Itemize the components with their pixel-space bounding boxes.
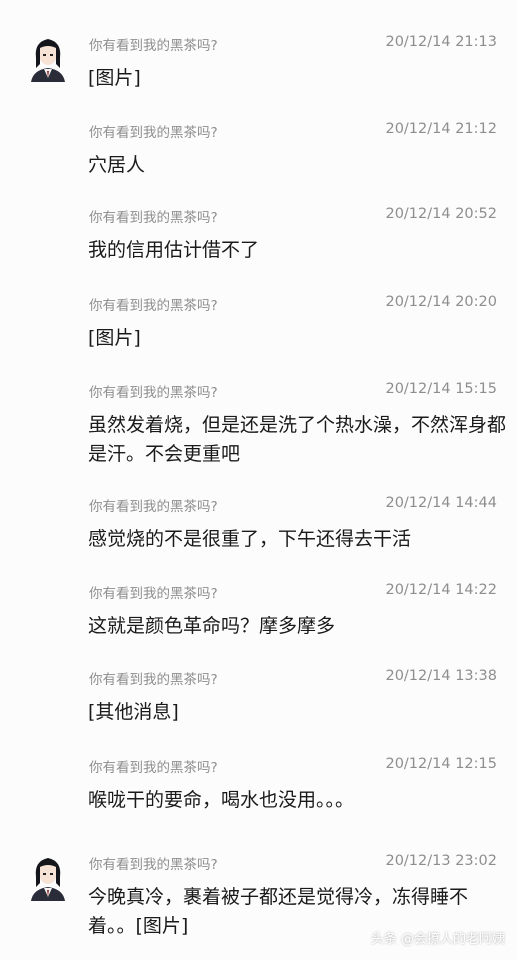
message-text: 感觉烧的不是很重了，下午还得去干活 (88, 528, 412, 550)
avatar[interactable] (27, 853, 69, 903)
sender-name: 你有看到我的黑茶吗? (89, 38, 218, 54)
avatar[interactable] (27, 34, 69, 84)
sender-name: 你有看到我的黑茶吗? (89, 857, 218, 873)
message-text: 这就是颜色革命吗？摩多摩多 (88, 615, 336, 637)
sender-name: 你有看到我的黑茶吗? (89, 125, 218, 141)
message-text: [其他消息] (88, 701, 179, 723)
message-text: 我的信用估计借不了 (88, 239, 260, 261)
message-item[interactable]: 你有看到我的黑茶吗? 20/12/14 14:22 这就是颜色革命吗？摩多摩多 (0, 582, 517, 642)
message-item[interactable]: 你有看到我的黑茶吗? 20/12/14 15:15 虽然发着烧，但是还是洗了个热… (0, 381, 517, 471)
sender-name: 你有看到我的黑茶吗? (89, 210, 218, 226)
message-item[interactable]: 你有看到我的黑茶吗? 20/12/14 13:38 [其他消息] (0, 668, 517, 728)
sender-name: 你有看到我的黑茶吗? (89, 760, 218, 776)
timestamp: 20/12/14 14:22 (385, 582, 497, 598)
timestamp: 20/12/14 14:44 (385, 495, 497, 511)
timestamp: 20/12/14 13:38 (385, 668, 497, 684)
message-item[interactable]: 你有看到我的黑茶吗? 20/12/14 21:12 穴居人 (0, 121, 517, 181)
timestamp: 20/12/14 21:13 (385, 34, 497, 50)
message-text: [图片] (88, 67, 141, 89)
message-item[interactable]: 你有看到我的黑茶吗? 20/12/14 12:15 喉咙干的要命，喝水也没用。。… (0, 756, 517, 816)
timestamp: 20/12/13 23:02 (385, 853, 497, 869)
sender-name: 你有看到我的黑茶吗? (89, 385, 218, 401)
message-text: 虽然发着烧，但是还是洗了个热水澡，不然浑身都是汗。不会更重吧 (88, 414, 507, 465)
message-text: 喉咙干的要命，喝水也没用。。。 (88, 789, 355, 811)
message-item[interactable]: 你有看到我的黑茶吗? 20/12/14 20:52 我的信用估计借不了 (0, 206, 517, 266)
sender-name: 你有看到我的黑茶吗? (89, 499, 218, 515)
message-item[interactable]: 你有看到我的黑茶吗? 20/12/14 21:13 [图片] (0, 34, 517, 94)
message-text: 穴居人 (88, 154, 146, 176)
sender-name: 你有看到我的黑茶吗? (89, 672, 218, 688)
message-item[interactable]: 你有看到我的黑茶吗? 20/12/14 20:20 [图片] (0, 294, 517, 354)
timestamp: 20/12/14 20:52 (385, 206, 497, 222)
timestamp: 20/12/14 20:20 (385, 294, 497, 310)
message-text: [图片] (88, 327, 141, 349)
message-item[interactable]: 你有看到我的黑茶吗? 20/12/14 14:44 感觉烧的不是很重了，下午还得… (0, 495, 517, 555)
timestamp: 20/12/14 21:12 (385, 121, 497, 137)
watermark: 头条 @会撩人的老阿姨 (370, 932, 505, 947)
timestamp: 20/12/14 12:15 (385, 756, 497, 772)
timestamp: 20/12/14 15:15 (385, 381, 497, 397)
sender-name: 你有看到我的黑茶吗? (89, 586, 218, 602)
sender-name: 你有看到我的黑茶吗? (89, 298, 218, 314)
